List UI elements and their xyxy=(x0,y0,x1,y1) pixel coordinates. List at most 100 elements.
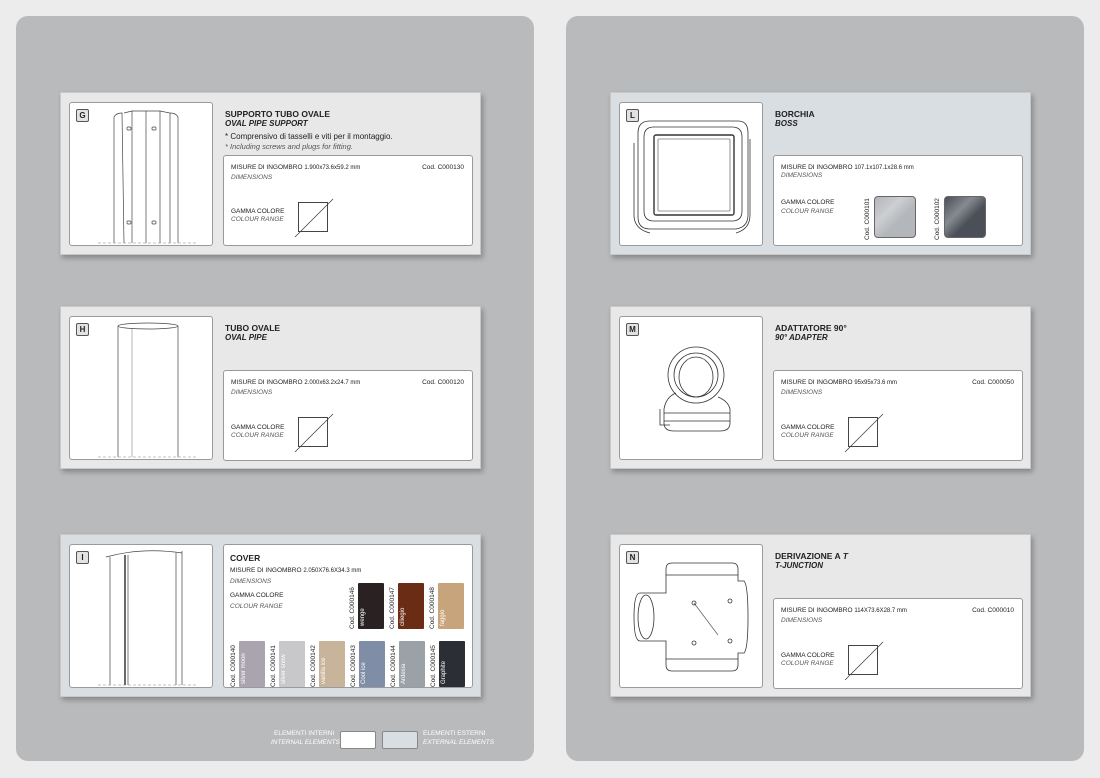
swatch-name: vanilla ice xyxy=(321,657,327,684)
product-code: Cod. C000050 xyxy=(972,379,1014,386)
no-colour-swatch xyxy=(294,413,334,453)
card-letter: L xyxy=(626,109,639,122)
product-card-g: G SUPPORTO TUBO OVALE OVAL PIPE SUPPORT … xyxy=(60,92,481,255)
swatch-code: Cod. C000143 xyxy=(350,645,357,687)
swatch-code: Cod. C000140 xyxy=(230,645,237,687)
product-card-h: H TUBO OVALE OVAL PIPE MISURE DI INGOMBR… xyxy=(60,306,481,469)
right-page: L BORCHIA BOSS MISURE DI INGOMBRO 107.1x… xyxy=(566,16,1084,761)
legend-external-swatch xyxy=(382,731,418,749)
dimensions-label-en: DIMENSIONS xyxy=(781,172,823,179)
product-title: ADATTATORE 90° xyxy=(775,323,847,333)
product-note-en: * Including screws and plugs for fitting… xyxy=(225,142,353,151)
dimensions-label-en: DIMENSIONS xyxy=(231,389,273,396)
swatch-code: Cod. C000148 xyxy=(429,587,436,629)
swatch-name: faggio xyxy=(440,609,446,626)
no-colour-swatch xyxy=(294,198,334,238)
product-note: * Comprensivo di tasselli e viti per il … xyxy=(225,132,393,141)
swatch-name: silver moon xyxy=(241,653,247,684)
colour-label-en: COLOUR RANGE xyxy=(781,660,834,667)
swatch-name: Ardesia xyxy=(401,663,407,684)
product-subtitle: 90° ADAPTER xyxy=(775,333,828,342)
dimensions-label: MISURE DI INGOMBRO 2.050X76.6X34.3 mm xyxy=(230,567,362,574)
colour-label-en: COLOUR RANGE xyxy=(230,603,283,610)
product-image-i: I xyxy=(69,544,213,688)
product-code: Cod. C000010 xyxy=(972,607,1014,614)
dimensions-label: MISURE DI INGOMBRO 2.000x63.2x24.7 mm xyxy=(231,379,361,386)
colour-label-en: COLOUR RANGE xyxy=(231,432,284,439)
dimensions-label: MISURE DI INGOMBRO 114X73.6X28.7 mm xyxy=(781,607,907,614)
swatch-name: Graphite xyxy=(441,660,447,684)
product-subtitle: OVAL PIPE xyxy=(225,333,267,342)
swatch-name: wenge xyxy=(360,608,366,626)
spec-box: MISURE DI INGOMBRO 95x95x73.6 mm DIMENSI… xyxy=(773,370,1023,461)
product-code: Cod. C000130 xyxy=(422,164,464,171)
colour-label: GAMMA COLORE xyxy=(231,424,285,431)
colour-label: GAMMA COLORE xyxy=(781,199,835,206)
product-card-l: L BORCHIA BOSS MISURE DI INGOMBRO 107.1x… xyxy=(610,92,1031,255)
product-code: Cod. C000120 xyxy=(422,379,464,386)
legend-external-label: ELEMENTI ESTERNI xyxy=(423,730,486,737)
card-letter: N xyxy=(626,551,639,564)
swatch-code: Cod. C000141 xyxy=(270,645,277,687)
legend-internal-label: ELEMENTI INTERNI xyxy=(274,730,335,737)
product-card-n: N DERIVAZIONE A T T-JUNCTION MISURE DI I… xyxy=(610,534,1031,697)
cover-drawing xyxy=(98,550,198,686)
legend-external-label-en: EXTERNAL ELEMENTS xyxy=(423,739,495,746)
colour-label-en: COLOUR RANGE xyxy=(781,208,834,215)
product-card-i: I COVER MISURE DI INGOMBRO 2.050X76.6X34… xyxy=(60,534,481,697)
colour-swatch xyxy=(874,196,916,238)
swatch-name: Cool ice xyxy=(361,662,367,684)
product-image-m: M xyxy=(619,316,763,460)
product-title: DERIVAZIONE A T xyxy=(775,551,848,561)
dimensions-label-en: DIMENSIONS xyxy=(781,389,823,396)
swatch-code: Cod. C000145 xyxy=(430,645,437,687)
product-subtitle: T-JUNCTION xyxy=(775,561,823,570)
swatch-name: ciliegio xyxy=(400,607,406,626)
colour-label-en: COLOUR RANGE xyxy=(231,216,284,223)
spec-box: MISURE DI INGOMBRO 1.900x73.6x59.2 mm DI… xyxy=(223,155,473,246)
swatch-code: Cod. C000146 xyxy=(349,587,356,629)
colour-label: GAMMA COLORE xyxy=(230,592,284,599)
spec-box: MISURE DI INGOMBRO 114X73.6X28.7 mm DIME… xyxy=(773,598,1023,689)
product-subtitle: BOSS xyxy=(775,119,798,128)
colour-label: GAMMA COLORE xyxy=(781,652,835,659)
dimensions-label-en: DIMENSIONS xyxy=(781,617,823,624)
legend-internal-label-en: INTERNAL ELEMENTS xyxy=(271,739,340,746)
product-title: BORCHIA xyxy=(775,109,815,119)
colour-swatch xyxy=(944,196,986,238)
product-title: COVER xyxy=(230,553,261,563)
colour-label: GAMMA COLORE xyxy=(781,424,835,431)
spec-box: MISURE DI INGOMBRO 107.1x107.1x28.6 mm D… xyxy=(773,155,1023,246)
swatch-code: Cod. C000142 xyxy=(310,645,317,687)
oval-pipe-drawing xyxy=(98,322,198,458)
product-title: TUBO OVALE xyxy=(225,323,281,333)
oval-pipe-support-drawing xyxy=(98,110,198,244)
product-subtitle: OVAL PIPE SUPPORT xyxy=(225,119,308,128)
card-letter: H xyxy=(76,323,89,336)
card-letter: G xyxy=(76,109,89,122)
no-colour-swatch xyxy=(844,413,884,453)
dimensions-label-en: DIMENSIONS xyxy=(231,174,273,181)
card-letter: M xyxy=(626,323,639,336)
product-image-h: H xyxy=(69,316,213,460)
product-card-m: M ADATTATORE 90° 90° ADAPTER MISURE DI I… xyxy=(610,306,1031,469)
dimensions-label: MISURE DI INGOMBRO 107.1x107.1x28.6 mm xyxy=(781,164,914,171)
adapter-90-drawing xyxy=(659,346,731,432)
swatch-code: Cod. C000102 xyxy=(934,198,941,240)
left-page: G SUPPORTO TUBO OVALE OVAL PIPE SUPPORT … xyxy=(16,16,534,761)
product-title: SUPPORTO TUBO OVALE xyxy=(225,109,331,119)
legend-internal-swatch xyxy=(340,731,376,749)
swatch-code: Cod. C000144 xyxy=(390,645,397,687)
swatch-code: Cod. C000147 xyxy=(389,587,396,629)
product-image-n: N xyxy=(619,544,763,688)
dimensions-label: MISURE DI INGOMBRO 95x95x73.6 mm xyxy=(781,379,898,386)
no-colour-swatch xyxy=(844,641,884,681)
colour-label-en: COLOUR RANGE xyxy=(781,432,834,439)
dimensions-label: MISURE DI INGOMBRO 1.900x73.6x59.2 mm xyxy=(231,164,361,171)
swatch-code: Cod. C000101 xyxy=(864,198,871,240)
product-image-g: G xyxy=(69,102,213,246)
spec-box: COVER MISURE DI INGOMBRO 2.050X76.6X34.3… xyxy=(223,544,473,688)
boss-drawing xyxy=(633,120,751,234)
spec-box: MISURE DI INGOMBRO 2.000x63.2x24.7 mm DI… xyxy=(223,370,473,461)
card-letter: I xyxy=(76,551,89,564)
